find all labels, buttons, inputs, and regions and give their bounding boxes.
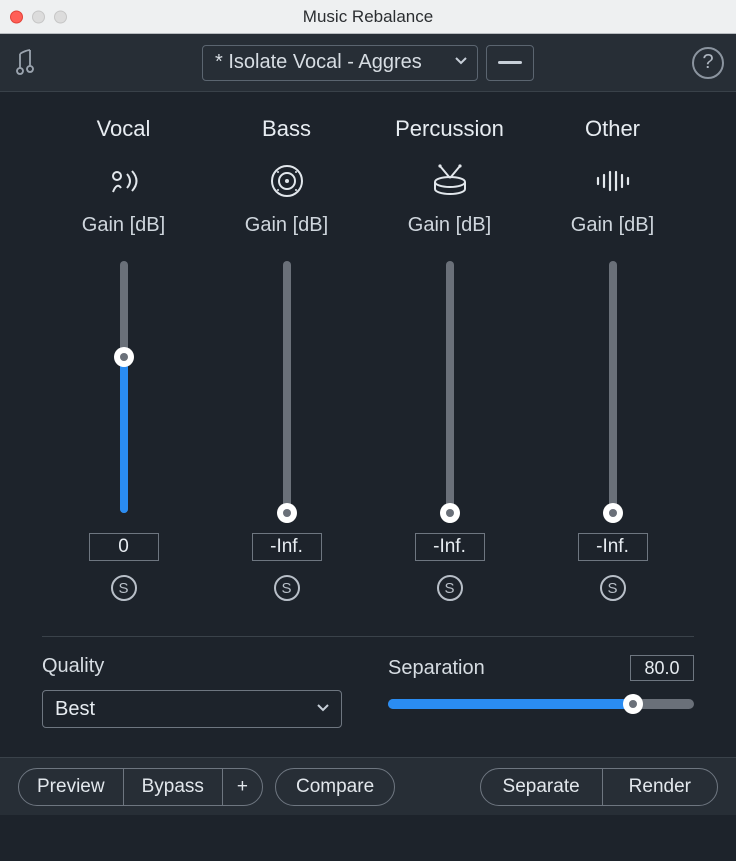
bypass-button[interactable]: Bypass [124, 769, 223, 805]
percussion-gain-slider[interactable] [446, 261, 454, 513]
close-window-button[interactable] [10, 10, 23, 23]
window-controls [10, 10, 67, 23]
channel-label: Other [585, 116, 640, 142]
gain-label: Gain [dB] [82, 214, 165, 237]
preview-bypass-group: Preview Bypass + [18, 768, 263, 806]
vocal-gain-slider[interactable] [120, 261, 128, 513]
slider-thumb[interactable] [114, 347, 134, 367]
toolbar: * Isolate Vocal - Aggres ? [0, 34, 736, 92]
separate-button[interactable]: Separate [481, 769, 603, 805]
separation-value[interactable]: 80.0 [630, 655, 694, 681]
channel-label: Percussion [395, 116, 504, 142]
bypass-options-button[interactable]: + [223, 769, 262, 805]
bass-icon [268, 162, 306, 200]
separate-render-group: Separate Render [480, 768, 718, 806]
chevron-down-icon [453, 51, 469, 74]
other-gain-slider[interactable] [609, 261, 617, 513]
slider-thumb[interactable] [603, 503, 623, 523]
slider-thumb[interactable] [277, 503, 297, 523]
preset-dropdown[interactable]: * Isolate Vocal - Aggres [202, 45, 478, 81]
channel-label: Vocal [97, 116, 151, 142]
channel-other: Other Gain [dB] -Inf. S [531, 116, 694, 636]
channel-vocal: Vocal Gain [dB] 0 S [42, 116, 205, 636]
vocal-icon [105, 162, 143, 200]
module-logo-icon [12, 46, 46, 80]
separation-label: Separation [388, 657, 485, 680]
render-button[interactable]: Render [603, 769, 717, 805]
zoom-window-button[interactable] [54, 10, 67, 23]
slider-thumb[interactable] [623, 694, 643, 714]
quality-value: Best [55, 698, 95, 721]
window-titlebar: Music Rebalance [0, 0, 736, 34]
other-gain-value[interactable]: -Inf. [578, 533, 648, 561]
quality-separation-row: Quality Best Separation 80.0 [0, 637, 736, 757]
percussion-solo-button[interactable]: S [437, 575, 463, 601]
help-icon: ? [702, 51, 713, 74]
minimize-window-button[interactable] [32, 10, 45, 23]
other-solo-button[interactable]: S [600, 575, 626, 601]
preset-menu-button[interactable] [486, 45, 534, 81]
chevron-down-icon [315, 698, 331, 721]
other-icon [594, 162, 632, 200]
quality-dropdown[interactable]: Best [42, 690, 342, 728]
channel-label: Bass [262, 116, 311, 142]
bass-solo-button[interactable]: S [274, 575, 300, 601]
channels-area: Vocal Gain [dB] 0 S Bass [42, 92, 694, 637]
bass-gain-value[interactable]: -Inf. [252, 533, 322, 561]
bass-gain-slider[interactable] [283, 261, 291, 513]
slider-thumb[interactable] [440, 503, 460, 523]
vocal-solo-button[interactable]: S [111, 575, 137, 601]
window-title: Music Rebalance [0, 7, 736, 27]
preview-button[interactable]: Preview [19, 769, 124, 805]
gain-label: Gain [dB] [245, 214, 328, 237]
channel-percussion: Percussion Gain [dB] -Inf. S [368, 116, 531, 636]
preset-name: * Isolate Vocal - Aggres [215, 51, 422, 74]
footer-toolbar: Preview Bypass + Compare Separate Render [0, 757, 736, 815]
vocal-gain-value[interactable]: 0 [89, 533, 159, 561]
hamburger-icon [498, 61, 522, 63]
separation-slider[interactable] [388, 699, 694, 709]
quality-label: Quality [42, 655, 342, 678]
percussion-gain-value[interactable]: -Inf. [415, 533, 485, 561]
gain-label: Gain [dB] [408, 214, 491, 237]
channel-bass: Bass Gain [dB] -Inf. S [205, 116, 368, 636]
compare-button[interactable]: Compare [275, 768, 395, 806]
percussion-icon [431, 162, 469, 200]
gain-label: Gain [dB] [571, 214, 654, 237]
help-button[interactable]: ? [692, 47, 724, 79]
